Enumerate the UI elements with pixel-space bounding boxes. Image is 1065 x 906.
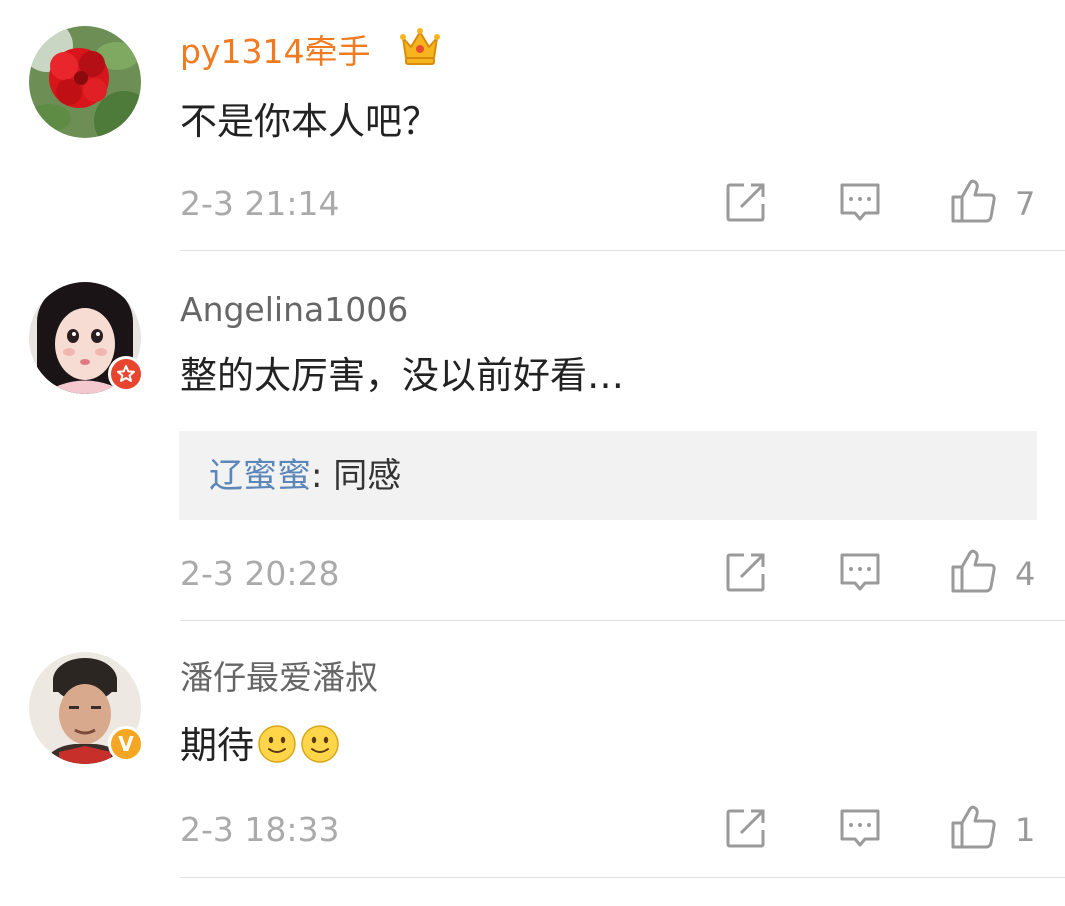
comment-text: 期待 [180, 724, 254, 767]
username[interactable]: 潘仔最爱潘叔 [180, 658, 378, 698]
smile-emoji-icon [301, 725, 339, 763]
like-icon[interactable] [950, 804, 998, 850]
comment-icon[interactable] [838, 806, 882, 850]
share-icon[interactable] [724, 806, 768, 850]
smile-emoji-icon [258, 725, 296, 763]
comment-text-line: 期待 [180, 722, 340, 770]
timestamp: 2-3 18:33 [180, 810, 340, 849]
verified-v-badge-icon: V [108, 726, 144, 762]
verified-v-letter: V [118, 732, 134, 756]
comment-item: V 潘仔最爱潘叔 期待 2-3 18:33 1 [0, 0, 1065, 880]
divider [180, 877, 1065, 878]
avatar[interactable]: V [29, 652, 144, 764]
like-count: 1 [1015, 811, 1036, 849]
comment-list: py1314牵手 不是你本人吧？ 2-3 21:14 7 Angelina100… [0, 0, 1065, 906]
